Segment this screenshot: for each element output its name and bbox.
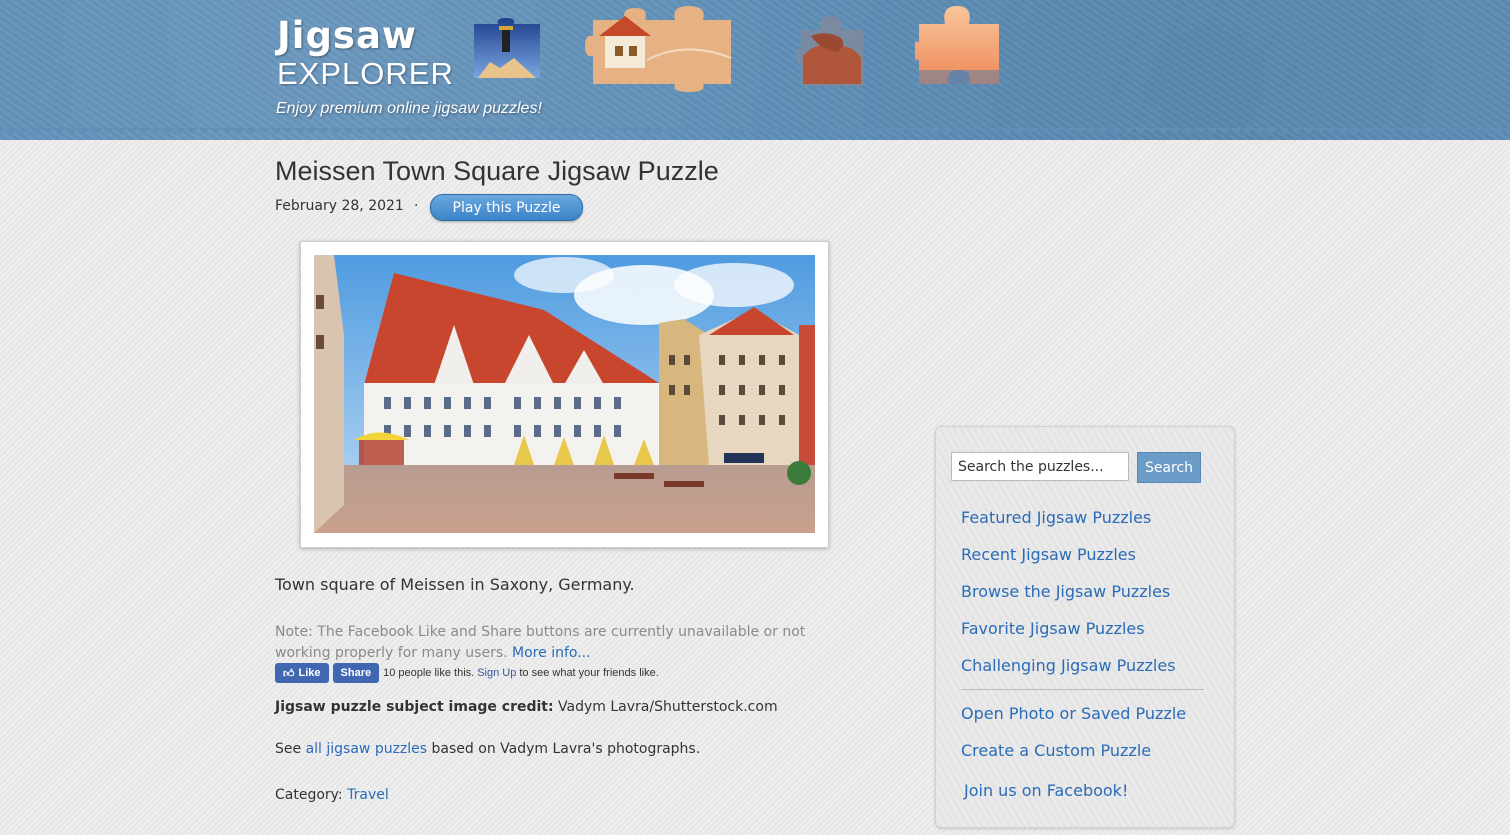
post-date: February 28, 2021 — [275, 198, 404, 214]
sidebar-link-favorite[interactable]: Favorite Jigsaw Puzzles — [961, 619, 1145, 638]
logo-title[interactable]: Jigsaw — [277, 14, 417, 57]
sidebar: Search Featured Jigsaw Puzzles Recent Ji… — [935, 426, 1235, 828]
more-info-link[interactable]: More info... — [512, 645, 591, 661]
date-separator: · — [414, 198, 419, 214]
facebook-signup-link[interactable]: Sign Up — [477, 667, 516, 679]
page-title: Meissen Town Square Jigsaw Puzzle — [275, 156, 719, 186]
see-prefix: See — [275, 741, 302, 757]
house-puzzle-piece-icon — [585, 6, 732, 92]
sidebar-link-open-photo[interactable]: Open Photo or Saved Puzzle — [961, 704, 1186, 723]
thumbs-up-icon: 👍︎ — [283, 667, 295, 680]
sidebar-link-challenging[interactable]: Challenging Jigsaw Puzzles — [961, 656, 1176, 675]
header-zigzag-edge — [0, 128, 1510, 140]
tagline: Enjoy premium online jigsaw puzzles! — [276, 100, 542, 117]
signup-suffix: to see what your friends like. — [519, 667, 659, 679]
puzzle-description: Town square of Meissen in Saxony, German… — [275, 575, 635, 594]
facebook-widget: 👍︎ Like Share 10 people like this. Sign … — [275, 663, 659, 683]
photographer-line: See all jigsaw puzzles based on Vadym La… — [275, 741, 700, 757]
search-button[interactable]: Search — [1137, 452, 1201, 483]
category-line: Category: Travel — [275, 787, 389, 803]
sidebar-link-facebook[interactable]: Join us on Facebook! — [964, 781, 1128, 800]
image-credit: Jigsaw puzzle subject image credit: Vady… — [275, 699, 778, 715]
category-link[interactable]: Travel — [347, 787, 389, 803]
sidebar-link-browse[interactable]: Browse the Jigsaw Puzzles — [961, 582, 1170, 601]
puzzle-image[interactable] — [314, 255, 815, 533]
facebook-note: Note: The Facebook Like and Share button… — [275, 622, 835, 664]
sidebar-divider — [961, 689, 1204, 690]
site-header: Jigsaw EXPLORER Enjoy premium online jig… — [0, 0, 1510, 140]
category-label: Category: — [275, 787, 343, 803]
sidebar-link-featured[interactable]: Featured Jigsaw Puzzles — [961, 508, 1151, 527]
facebook-like-button[interactable]: 👍︎ Like — [275, 663, 329, 683]
puzzle-image-frame[interactable] — [300, 241, 829, 548]
lighthouse-puzzle-piece-icon — [474, 18, 540, 78]
search-input[interactable] — [951, 452, 1129, 481]
all-puzzles-link[interactable]: all jigsaw puzzles — [306, 741, 428, 757]
play-puzzle-button[interactable]: Play this Puzzle — [430, 194, 583, 221]
like-label: Like — [298, 667, 321, 679]
sidebar-link-recent[interactable]: Recent Jigsaw Puzzles — [961, 545, 1136, 564]
credit-label: Jigsaw puzzle subject image credit: — [275, 699, 554, 715]
sidebar-link-create-custom[interactable]: Create a Custom Puzzle — [961, 741, 1151, 760]
rock-puzzle-piece-icon — [797, 16, 863, 86]
see-suffix: based on Vadym Lavra's photographs. — [431, 741, 701, 757]
facebook-share-button[interactable]: Share — [332, 663, 380, 683]
like-count: 10 people like this. — [383, 667, 475, 679]
sunset-puzzle-piece-icon — [915, 6, 999, 84]
logo-subtitle[interactable]: EXPLORER — [277, 56, 454, 92]
credit-value: Vadym Lavra/Shutterstock.com — [558, 699, 778, 715]
